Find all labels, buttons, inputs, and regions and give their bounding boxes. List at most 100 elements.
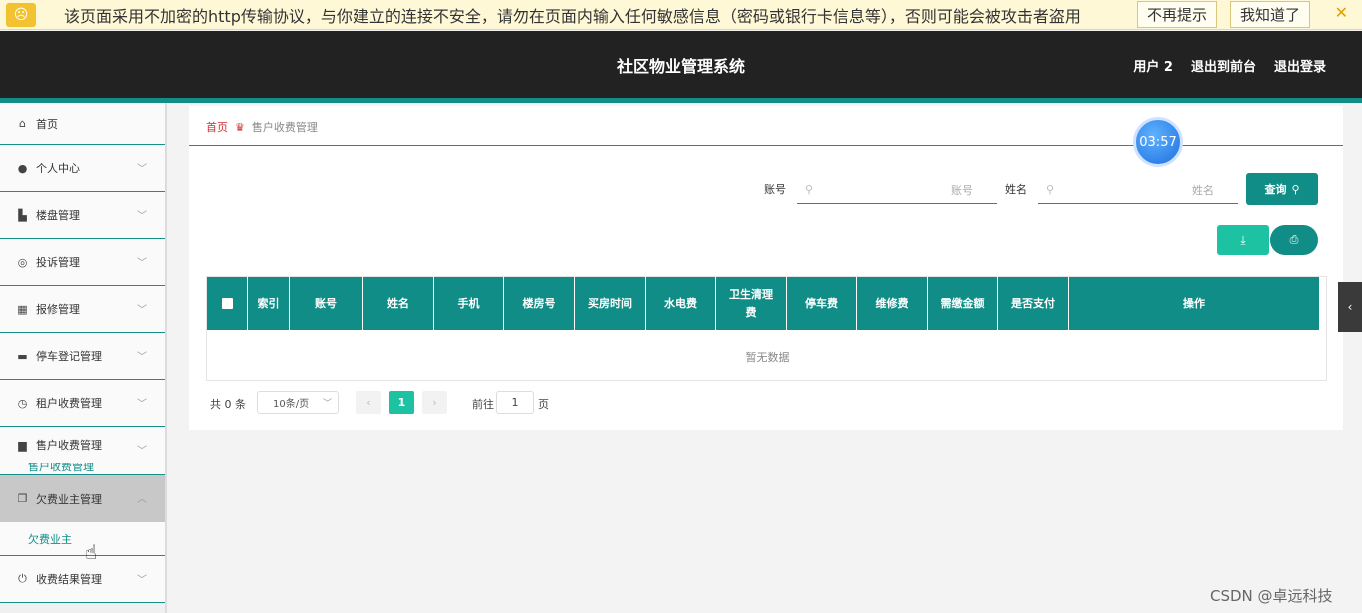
search-icon: ⚲ <box>1046 183 1055 196</box>
name-label: 姓名 <box>1005 183 1027 196</box>
submenu-item-owner-fee[interactable]: 售户收费管理 <box>0 463 165 475</box>
print-icon: ⎙ <box>1289 233 1299 246</box>
sidebar-item-label: 欠费业主管理 <box>36 492 102 506</box>
security-warning-bar: ☹ 该页面采用不加密的http传输协议，与你建立的连接不安全，请勿在页面内输入任… <box>0 0 1362 30</box>
chevron-left-icon: ‹ <box>366 396 371 409</box>
top-header: 社区物业管理系统 用户 2 退出到前台 退出登录 <box>0 31 1362 98</box>
prev-page-button[interactable]: ‹ <box>356 391 381 414</box>
name-placeholder: 姓名 <box>1192 183 1214 197</box>
chevron-down-icon: ﹀ <box>137 305 147 316</box>
timer-badge: 03:57 <box>1133 117 1183 167</box>
building-icon: ▙ <box>18 208 27 222</box>
page-size-select[interactable]: 10条/页 ﹀ <box>257 391 339 414</box>
home-icon: ⌂ <box>19 117 26 130</box>
breadcrumb-current: 售户收费管理 <box>251 121 318 134</box>
empty-table-message: 暂无数据 <box>745 351 790 364</box>
sidebar-item-parking[interactable]: ▬ 停车登记管理 ﹀ <box>0 333 165 380</box>
sidebar-item-owner-fee[interactable]: ▆ 售户收费管理 ﹀ <box>0 427 165 463</box>
column-header: 姓名 <box>363 277 434 330</box>
side-collapse-tab[interactable]: ‹ <box>1338 282 1362 332</box>
sidebar-item-label: 首页 <box>36 117 58 131</box>
goto-label: 前往 <box>472 398 494 411</box>
got-it-button[interactable]: 我知道了 <box>1230 1 1310 28</box>
download-button[interactable]: ⤓ <box>1217 225 1269 255</box>
close-icon[interactable]: ✕ <box>1335 3 1348 22</box>
printer-icon: ▆ <box>18 438 27 452</box>
chevron-down-icon: ﹀ <box>137 258 147 269</box>
page-size-value: 10条/页 <box>273 399 310 410</box>
page-suffix: 页 <box>538 398 549 411</box>
sidebar-item-label: 个人中心 <box>36 162 80 175</box>
parking-icon: ▬ <box>17 349 28 363</box>
sidebar-item-label: 收费结果管理 <box>36 573 102 586</box>
dont-remind-button[interactable]: 不再提示 <box>1137 1 1217 28</box>
column-header: 买房时间 <box>575 277 646 330</box>
chevron-down-icon: ﹀ <box>322 399 332 409</box>
page-number-current[interactable]: 1 <box>389 391 414 414</box>
data-table: 索引 账号 姓名 手机 楼房号 买房时间 水电费 卫生清理费 停车费 维修费 需… <box>206 276 1327 381</box>
home-separator-icon: ♛ <box>235 120 245 134</box>
to-front-link[interactable]: 退出到前台 <box>1191 56 1256 75</box>
account-input[interactable]: ⚲ 账号 <box>797 176 997 204</box>
copy-icon: ❐ <box>17 492 28 505</box>
table-header: 索引 账号 姓名 手机 楼房号 买房时间 水电费 卫生清理费 停车费 维修费 需… <box>207 277 1319 330</box>
current-user-label: 用户 2 <box>1133 60 1173 75</box>
power-icon: ⏻ <box>18 572 27 585</box>
search-icon: ⚲ <box>805 183 814 196</box>
chevron-down-icon: ﹀ <box>137 352 147 363</box>
column-header: 操作 <box>1183 296 1205 310</box>
sidebar-item-complaint[interactable]: ◎ 投诉管理 ﹀ <box>0 239 165 286</box>
column-header: 楼房号 <box>504 277 575 330</box>
column-header: 水电费 <box>646 277 716 330</box>
hand-cursor-icon: ☝ <box>85 540 98 564</box>
header-accent-strip <box>0 98 1362 103</box>
sidebar-item-personal-center[interactable]: ● 个人中心 ﹀ <box>0 145 165 192</box>
breadcrumb-home[interactable]: 首页 <box>206 119 228 135</box>
query-button-label: 查询 <box>1264 183 1287 196</box>
logout-link[interactable]: 退出登录 <box>1274 56 1326 75</box>
column-header: 是否支付 <box>998 277 1069 330</box>
next-page-button[interactable]: › <box>422 391 447 414</box>
search-icon: ⚲ <box>1291 182 1300 196</box>
chevron-right-icon: › <box>432 396 437 409</box>
sidebar-item-label: 租户收费管理 <box>36 397 102 410</box>
sidebar-item-label: 投诉管理 <box>36 256 80 269</box>
total-count: 共 0 条 <box>210 398 246 411</box>
sidebar-item-building[interactable]: ▙ 楼盘管理 ﹀ <box>0 192 165 239</box>
sidebar-item-tenant-fee[interactable]: ◷ 租户收费管理 ﹀ <box>0 380 165 427</box>
warning-text: 该页面采用不加密的http传输协议，与你建立的连接不安全，请勿在页面内输入任何敏… <box>64 6 1081 26</box>
select-all-checkbox[interactable] <box>221 298 233 309</box>
complaint-icon: ◎ <box>17 255 28 269</box>
column-header: 维修费 <box>857 277 928 330</box>
sidebar-item-fee-result[interactable]: ⏻ 收费结果管理 ﹀ <box>0 556 165 603</box>
print-button[interactable]: ⎙ <box>1270 225 1318 255</box>
column-header: 手机 <box>434 277 504 330</box>
user-icon: ● <box>17 161 28 175</box>
account-label: 账号 <box>764 183 786 196</box>
column-header: 账号 <box>290 277 363 330</box>
goto-page-input[interactable]: 1 <box>496 391 534 414</box>
warning-icon: ☹ <box>6 2 36 27</box>
select-all-checkbox-cell[interactable] <box>207 277 248 330</box>
sidebar-item-home[interactable]: ⌂ 首页 <box>0 103 165 145</box>
submenu-item-arrears-owner[interactable]: 欠费业主 <box>0 522 165 556</box>
column-header: 需缴金额 <box>928 277 998 330</box>
query-button[interactable]: 查询 ⚲ <box>1246 173 1318 205</box>
sidebar-item-arrears-owner[interactable]: ❐ 欠费业主管理 ︿ <box>0 475 165 522</box>
column-header: 停车费 <box>787 277 857 330</box>
name-input[interactable]: ⚲ 姓名 <box>1038 176 1238 204</box>
chevron-down-icon: ﹀ <box>137 164 147 175</box>
sidebar-item-repair[interactable]: ▦ 报修管理 ﹀ <box>0 286 165 333</box>
clock-icon: ◷ <box>17 396 28 410</box>
chevron-down-icon: ﹀ <box>137 211 147 222</box>
download-icon: ⤓ <box>1240 232 1246 247</box>
sidebar-item-label: 售户收费管理 <box>36 439 102 452</box>
column-header: 索引 <box>248 277 290 330</box>
sidebar-item-label: 报修管理 <box>36 303 80 316</box>
chevron-down-icon: ﹀ <box>137 575 147 586</box>
breadcrumb: 首页 ♛ 售户收费管理 <box>206 119 318 135</box>
chevron-down-icon: ﹀ <box>137 446 147 457</box>
sidebar: ⌂ 首页 ● 个人中心 ﹀ ▙ 楼盘管理 ﹀ ◎ 投诉管理 ﹀ ▦ 报修管理 ﹀… <box>0 103 167 613</box>
column-header: 卫生清理费 <box>716 277 787 330</box>
chevron-down-icon: ﹀ <box>137 399 147 410</box>
